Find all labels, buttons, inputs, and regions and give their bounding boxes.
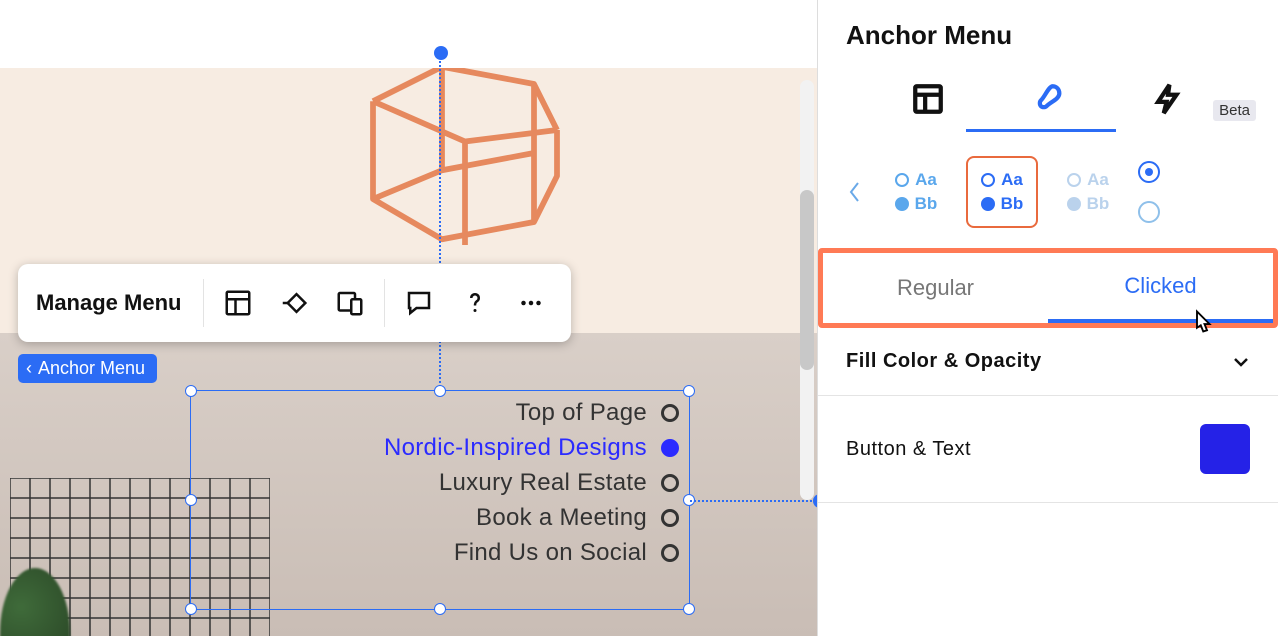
editor-canvas[interactable]: Manage Menu ‹ Anchor Menu To: [0, 0, 817, 636]
style-preset[interactable]: Aa Bb: [1052, 156, 1124, 228]
tab-clicked[interactable]: Clicked: [1048, 253, 1273, 323]
resize-handle[interactable]: [185, 494, 197, 506]
guide-line-horizontal: [690, 500, 820, 502]
circle-fill-icon: [981, 197, 995, 211]
resize-handle[interactable]: [434, 603, 446, 615]
design-icon[interactable]: [268, 277, 320, 329]
bullet-icon: [661, 404, 679, 422]
resize-handle[interactable]: [185, 385, 197, 397]
preset-label: Aa: [1001, 170, 1023, 190]
state-tabs-highlight: Regular Clicked: [818, 248, 1278, 328]
circle-outline-icon: [895, 173, 909, 187]
circle-fill-icon: [895, 197, 909, 211]
style-preset-selected[interactable]: Aa Bb: [966, 156, 1038, 228]
toolbar-separator: [384, 279, 385, 327]
chevron-down-icon: [1232, 353, 1250, 371]
anchor-menu-label: Luxury Real Estate: [439, 469, 647, 497]
preset-label: Aa: [915, 170, 937, 190]
responsive-icon[interactable]: [324, 277, 376, 329]
tab-regular[interactable]: Regular: [823, 253, 1048, 323]
anchor-menu-label: Find Us on Social: [454, 539, 647, 567]
element-tag[interactable]: ‹ Anchor Menu: [18, 354, 157, 383]
anchor-menu-item[interactable]: Nordic-Inspired Designs: [384, 434, 679, 462]
pendant-lamp: [350, 68, 580, 268]
resize-handle[interactable]: [434, 385, 446, 397]
target-icon: [1138, 161, 1160, 183]
anchor-menu: Top of Page Nordic-Inspired Designs Luxu…: [384, 399, 679, 567]
section-title: Fill Color & Opacity: [846, 350, 1042, 373]
preset-label: Aa: [1087, 170, 1109, 190]
anchor-menu-label: Top of Page: [516, 399, 647, 427]
element-tag-label: Anchor Menu: [38, 358, 145, 379]
element-toolbar: Manage Menu: [18, 264, 571, 342]
toolbar-separator: [203, 279, 204, 327]
tab-layout[interactable]: [868, 69, 988, 129]
preset-label: Bb: [915, 194, 938, 214]
color-swatch[interactable]: [1200, 424, 1250, 474]
panel-main-tabs: [818, 69, 1278, 129]
resize-handle[interactable]: [185, 603, 197, 615]
style-preset[interactable]: [1138, 161, 1160, 223]
preset-row: Aa Bb Aa Bb Aa Bb: [818, 132, 1278, 248]
scrollbar-thumb[interactable]: [800, 190, 814, 370]
manage-menu-button[interactable]: Manage Menu: [32, 290, 195, 316]
panel-title: Anchor Menu: [818, 0, 1278, 69]
preset-label: Bb: [1087, 194, 1110, 214]
more-icon[interactable]: [505, 277, 557, 329]
tab-animation[interactable]: [1108, 69, 1228, 129]
beta-badge: Beta: [1213, 100, 1256, 121]
bullet-icon: [661, 509, 679, 527]
anchor-menu-item[interactable]: Luxury Real Estate: [384, 469, 679, 497]
circle-outline-icon: [1138, 201, 1160, 223]
section-button-text[interactable]: Button & Text: [818, 396, 1278, 502]
bullet-icon: [661, 439, 679, 457]
cursor-pointer-icon: [1187, 309, 1217, 339]
divider: [818, 502, 1278, 503]
section-title: Button & Text: [846, 438, 971, 461]
guide-line-vertical: [439, 50, 441, 395]
resize-handle[interactable]: [683, 603, 695, 615]
anchor-menu-item[interactable]: Book a Meeting: [384, 504, 679, 532]
help-icon[interactable]: [449, 277, 501, 329]
chevron-left-icon: ‹: [26, 358, 32, 379]
circle-outline-icon: [981, 173, 995, 187]
anchor-menu-item[interactable]: Find Us on Social: [384, 539, 679, 567]
circle-fill-icon: [1067, 197, 1081, 211]
anchor-menu-label: Nordic-Inspired Designs: [384, 434, 647, 462]
preset-label: Bb: [1001, 194, 1024, 214]
layout-icon[interactable]: [212, 277, 264, 329]
style-preset[interactable]: Aa Bb: [880, 156, 952, 228]
bullet-icon: [661, 474, 679, 492]
anchor-menu-label: Book a Meeting: [476, 504, 647, 532]
anchor-menu-item[interactable]: Top of Page: [384, 399, 679, 427]
resize-handle[interactable]: [683, 385, 695, 397]
chevron-left-icon[interactable]: [842, 180, 866, 204]
selection-box[interactable]: Top of Page Nordic-Inspired Designs Luxu…: [190, 390, 690, 610]
circle-outline-icon: [1067, 173, 1081, 187]
tab-design[interactable]: [988, 69, 1108, 129]
comment-icon[interactable]: [393, 277, 445, 329]
canvas-scrollbar[interactable]: [800, 80, 814, 500]
design-panel: Anchor Menu Beta Aa Bb Aa Bb Aa Bb: [817, 0, 1278, 636]
bullet-icon: [661, 544, 679, 562]
